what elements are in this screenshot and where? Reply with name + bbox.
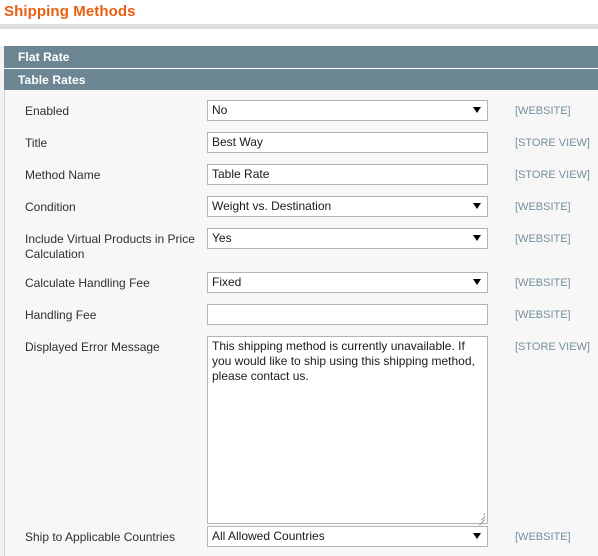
control-calculate-handling-fee: Fixed (207, 272, 488, 293)
input-method-name[interactable]: Table Rate (207, 164, 488, 185)
scope-handling-fee: [WEBSITE] (515, 309, 571, 321)
control-handling-fee (207, 304, 488, 325)
label-method-name: Method Name (25, 168, 101, 182)
shipping-methods-page: Shipping Methods Flat Rate Table Rates E… (0, 0, 598, 556)
select-ship-to-applicable-countries-wrapper[interactable]: All Allowed Countries (207, 526, 488, 547)
select-enabled-wrapper[interactable]: No (207, 100, 488, 121)
section-header-flat-rate-label: Flat Rate (18, 50, 70, 64)
field-row-method-name: Method Name Table Rate [STORE VIEW] (4, 162, 598, 194)
scope-ship-to-applicable-countries: [WEBSITE] (515, 531, 571, 543)
label-include-virtual-products: Include Virtual Products in Price Calcul… (25, 232, 195, 261)
field-row-handling-fee: Handling Fee [WEBSITE] (4, 302, 598, 334)
textarea-displayed-error-message-wrapper[interactable]: This shipping method is currently unavai… (207, 336, 488, 526)
select-enabled[interactable]: No (207, 100, 488, 121)
field-row-calculate-handling-fee: Calculate Handling Fee Fixed [WEBSITE] (4, 270, 598, 302)
label-handling-fee: Handling Fee (25, 308, 97, 322)
select-include-virtual-products-wrapper[interactable]: Yes (207, 228, 488, 249)
row-spacer (4, 262, 598, 270)
field-row-enabled: Enabled No [WEBSITE] (4, 98, 598, 130)
scope-method-name: [STORE VIEW] (515, 169, 590, 181)
select-calculate-handling-fee-wrapper[interactable]: Fixed (207, 272, 488, 293)
field-row-title: Title Best Way [STORE VIEW] (4, 130, 598, 162)
select-include-virtual-products[interactable]: Yes (207, 228, 488, 249)
field-row-ship-to-applicable-countries: Ship to Applicable Countries All Allowed… (4, 524, 598, 556)
field-row-condition: Condition Weight vs. Destination [WEBSIT… (4, 194, 598, 226)
scope-condition: [WEBSITE] (515, 201, 571, 213)
label-enabled: Enabled (25, 104, 70, 118)
scope-displayed-error-message: [STORE VIEW] (515, 341, 590, 353)
control-enabled: No (207, 100, 488, 121)
select-condition[interactable]: Weight vs. Destination (207, 196, 488, 217)
control-condition: Weight vs. Destination (207, 196, 488, 217)
label-title: Title (25, 136, 48, 150)
label-ship-to-applicable-countries: Ship to Applicable Countries (25, 530, 176, 544)
header-spacer (0, 29, 598, 46)
scope-calculate-handling-fee: [WEBSITE] (515, 277, 571, 289)
input-title[interactable]: Best Way (207, 132, 488, 153)
control-method-name: Table Rate (207, 164, 488, 185)
input-handling-fee[interactable] (207, 304, 488, 325)
control-ship-to-applicable-countries: All Allowed Countries (207, 526, 488, 547)
field-row-displayed-error-message: Displayed Error Message This shipping me… (4, 334, 598, 526)
textarea-displayed-error-message[interactable]: This shipping method is currently unavai… (207, 336, 488, 524)
page-title: Shipping Methods (4, 3, 136, 20)
select-ship-to-applicable-countries[interactable]: All Allowed Countries (207, 526, 488, 547)
section-header-table-rates[interactable]: Table Rates (0, 68, 598, 90)
field-row-include-virtual-products: Include Virtual Products in Price Calcul… (4, 226, 598, 262)
table-rates-fieldset: Enabled No [WEBSITE] Title Best Way [STO… (0, 90, 598, 556)
scope-title: [STORE VIEW] (515, 137, 590, 149)
control-include-virtual-products: Yes (207, 228, 488, 249)
control-displayed-error-message: This shipping method is currently unavai… (207, 336, 488, 526)
page-header: Shipping Methods (0, 0, 598, 21)
select-calculate-handling-fee[interactable]: Fixed (207, 272, 488, 293)
select-condition-wrapper[interactable]: Weight vs. Destination (207, 196, 488, 217)
section-header-table-rates-label: Table Rates (18, 73, 86, 87)
label-displayed-error-message: Displayed Error Message (25, 340, 160, 354)
scope-include-virtual-products: [WEBSITE] (515, 233, 571, 245)
control-title: Best Way (207, 132, 488, 153)
section-header-flat-rate[interactable]: Flat Rate (0, 46, 598, 68)
scope-enabled: [WEBSITE] (515, 105, 571, 117)
label-condition: Condition (25, 200, 76, 214)
label-calculate-handling-fee: Calculate Handling Fee (25, 276, 150, 290)
